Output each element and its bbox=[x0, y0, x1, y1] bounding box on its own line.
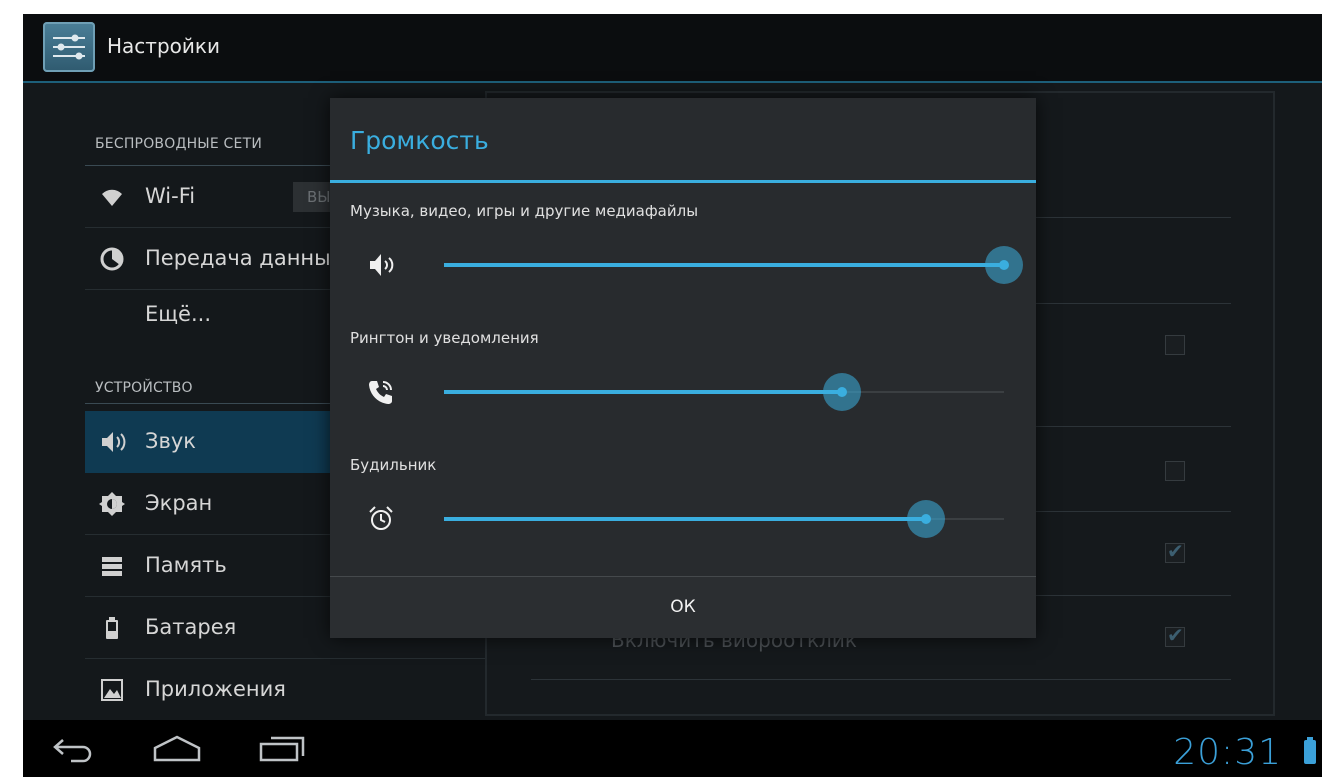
media-volume-slider[interactable] bbox=[444, 246, 1023, 284]
recent-apps-icon[interactable] bbox=[257, 734, 307, 768]
slider-thumb[interactable] bbox=[906, 500, 945, 538]
dialog-title: Громкость bbox=[350, 126, 489, 155]
slider-thumb[interactable] bbox=[985, 246, 1023, 284]
dialog-title-divider bbox=[330, 180, 1036, 183]
wifi-icon bbox=[99, 184, 125, 210]
checkbox[interactable] bbox=[1165, 461, 1185, 481]
sidebar-item-label: Ещё... bbox=[145, 302, 211, 326]
alarm-clock-icon bbox=[366, 504, 396, 534]
section-header-device: УСТРОЙСТВО bbox=[95, 380, 193, 396]
sidebar-item-label: Приложения bbox=[145, 677, 286, 701]
home-icon[interactable] bbox=[151, 734, 203, 768]
sidebar-item-label: Экран bbox=[145, 491, 213, 515]
sidebar-item-apps[interactable]: Приложения bbox=[85, 659, 485, 721]
tablet-screen: Настройки БЕСПРОВОДНЫЕ СЕТИ Wi-Fi ВЫ Пер… bbox=[23, 14, 1322, 777]
sidebar-item-label: Память bbox=[145, 553, 227, 577]
sidebar-item-label: Батарея bbox=[145, 615, 237, 639]
action-bar: Настройки bbox=[23, 14, 1322, 83]
alarm-volume-slider[interactable] bbox=[444, 500, 1004, 538]
ok-button[interactable]: ОК bbox=[330, 577, 1036, 638]
back-icon[interactable] bbox=[51, 734, 97, 768]
phone-ring-icon bbox=[366, 377, 396, 407]
media-volume-label: Музыка, видео, игры и другие медиафайлы bbox=[350, 202, 699, 220]
checkbox[interactable] bbox=[1165, 539, 1185, 563]
apps-icon bbox=[99, 677, 125, 703]
sidebar-item-label: Звук bbox=[145, 429, 196, 453]
ringtone-volume-label: Рингтон и уведомления bbox=[350, 329, 539, 347]
ringtone-volume-slider[interactable] bbox=[444, 373, 1004, 411]
sidebar-item-label: Wi-Fi bbox=[145, 184, 196, 208]
checkbox[interactable] bbox=[1165, 623, 1185, 647]
battery-icon bbox=[99, 615, 125, 641]
system-nav-bar: 20:31 bbox=[23, 720, 1322, 777]
settings-sliders-icon[interactable] bbox=[43, 22, 95, 72]
alarm-volume-label: Будильник bbox=[350, 456, 437, 474]
page-title: Настройки bbox=[107, 34, 220, 58]
section-divider bbox=[85, 403, 330, 404]
speaker-icon bbox=[99, 429, 126, 455]
section-header-wireless: БЕСПРОВОДНЫЕ СЕТИ bbox=[95, 136, 262, 152]
checkbox[interactable] bbox=[1165, 335, 1185, 355]
slider-fill bbox=[444, 263, 1004, 267]
speaker-icon bbox=[366, 250, 396, 280]
status-clock: 20:31 bbox=[1173, 732, 1282, 773]
slider-fill bbox=[444, 390, 842, 394]
row-divider bbox=[531, 679, 1231, 680]
battery-status-icon bbox=[1304, 737, 1316, 764]
data-usage-icon bbox=[99, 246, 125, 272]
slider-thumb[interactable] bbox=[822, 373, 861, 411]
slider-fill bbox=[444, 517, 926, 521]
sidebar-item-label: Передача данных bbox=[145, 246, 344, 270]
storage-icon bbox=[99, 553, 125, 579]
brightness-icon bbox=[99, 491, 125, 517]
volume-dialog: Громкость Музыка, видео, игры и другие м… bbox=[330, 98, 1036, 638]
